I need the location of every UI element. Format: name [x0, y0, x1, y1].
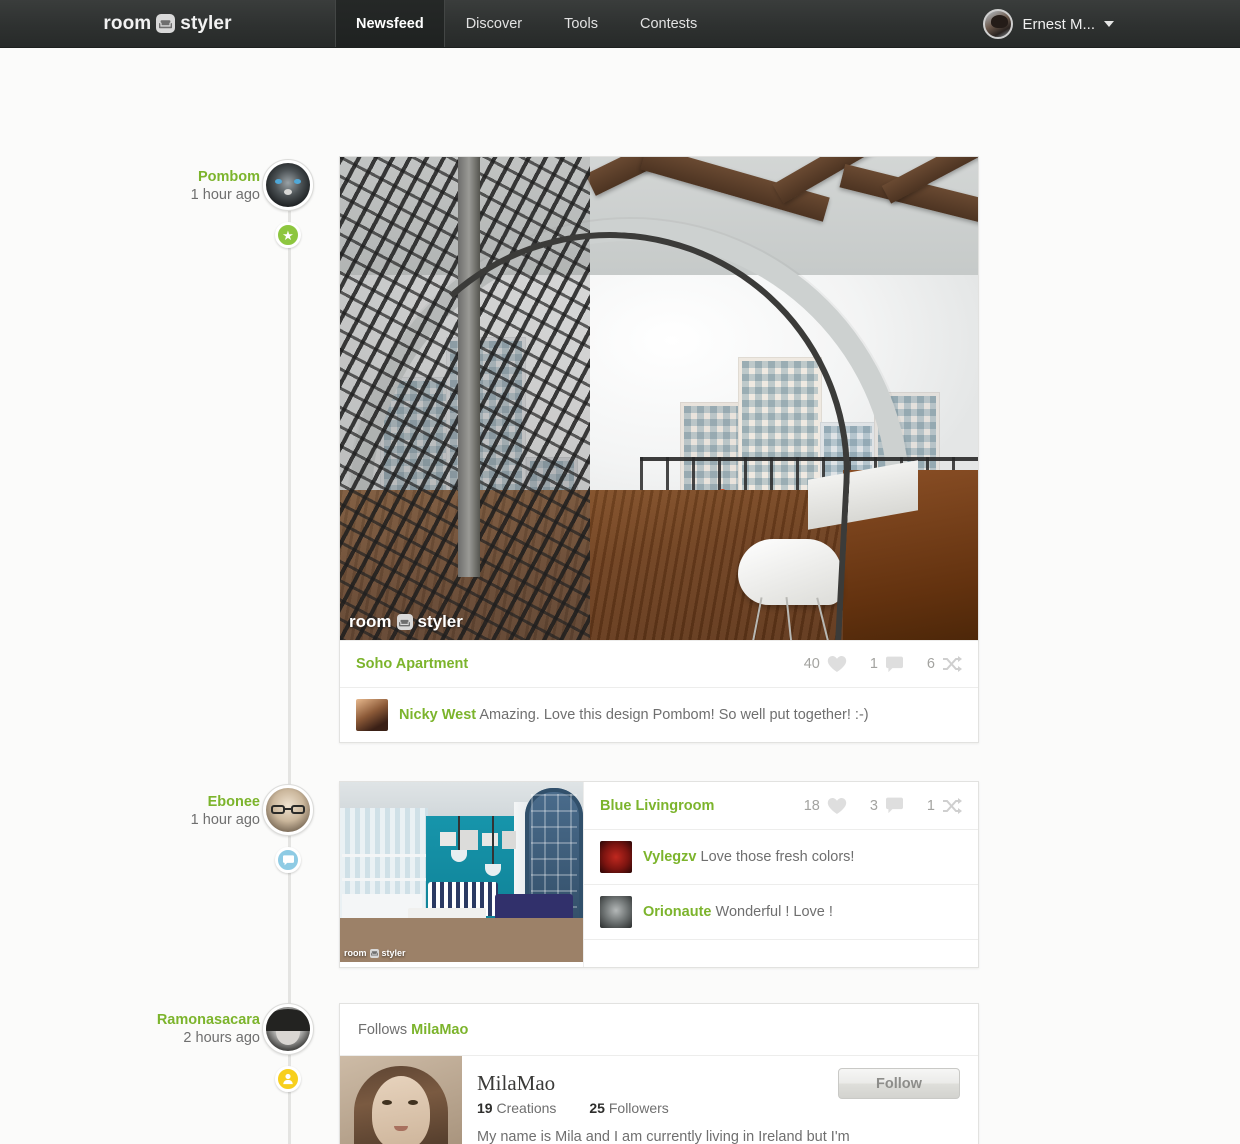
likes-count: 40: [803, 656, 820, 672]
profile-photo[interactable]: [340, 1056, 462, 1144]
followers-label: Followers: [608, 1100, 669, 1116]
remix-stat[interactable]: 1: [926, 797, 962, 814]
entry-avatar[interactable]: [262, 1003, 314, 1055]
comment-row: Orionaute Wonderful ! Love !: [584, 884, 978, 939]
top-navigation-bar: room styler Newsfeed Discover Tools Cont…: [0, 0, 1240, 48]
comment-icon: [885, 797, 903, 814]
shuffle-icon: [943, 656, 962, 672]
post-footer-spacer: [584, 939, 978, 967]
entry-timestamp: 2 hours ago: [183, 1030, 260, 1046]
sofa-icon: [156, 14, 176, 33]
remix-count: 1: [926, 797, 935, 814]
comment-row: Nicky West Amazing. Love this design Pom…: [340, 687, 978, 742]
profile-details: MilaMao 19 Creations 25 Followers My nam…: [462, 1056, 978, 1144]
follow-card: Follows MilaMao MilaMao 19 Creations 25 …: [339, 1003, 979, 1144]
comment-text: Nicky West Amazing. Love this design Pom…: [399, 706, 869, 723]
chevron-down-icon[interactable]: [1104, 21, 1114, 27]
nav-item-discover[interactable]: Discover: [445, 0, 543, 47]
star-icon: ★: [275, 222, 301, 248]
followers-count: 25: [589, 1100, 605, 1116]
profile-bio: My name is Mila and I am currently livin…: [477, 1129, 850, 1144]
avatar[interactable]: [356, 699, 388, 731]
comment-icon: [885, 656, 903, 672]
entry-author[interactable]: Ramonasacara: [90, 1011, 260, 1029]
sofa-icon: [369, 948, 379, 958]
logo-word-styler: styler: [180, 12, 232, 34]
creations-label: Creations: [496, 1100, 557, 1116]
post-card: room styler Soho Apartment 40 1 6 Nicky …: [339, 156, 979, 743]
nav-item-tools[interactable]: Tools: [543, 0, 619, 47]
comment-text: Vylegzv Love those fresh colors!: [643, 848, 855, 865]
avatar: [266, 163, 310, 207]
comments-count: 1: [869, 656, 878, 672]
entry-author[interactable]: Ebonee: [110, 793, 260, 811]
profile-counts: 19 Creations 25 Followers: [477, 1100, 960, 1116]
nav-item-newsfeed[interactable]: Newsfeed: [335, 0, 445, 47]
sofa-icon: [396, 614, 413, 630]
comments-stat[interactable]: 3: [870, 797, 904, 814]
comment-author[interactable]: Vylegzv: [643, 849, 696, 865]
follow-headline: Follows MilaMao: [340, 1004, 978, 1055]
post-stats: 40 1 6: [804, 655, 962, 673]
avatar: [266, 788, 310, 832]
comment-text: Orionaute Wonderful ! Love !: [643, 903, 833, 920]
user-name-label: Ernest M...: [1022, 15, 1095, 33]
avatar: [266, 1007, 310, 1051]
followers-stat: 25 Followers: [589, 1100, 668, 1116]
post-card: room styler Blue Livingroom 18 3 1 Vyleg…: [339, 781, 979, 968]
site-logo[interactable]: room styler: [0, 0, 335, 47]
post-title[interactable]: Soho Apartment: [356, 656, 468, 672]
follow-button[interactable]: Follow: [838, 1068, 960, 1099]
likes-stat[interactable]: 40: [804, 655, 847, 673]
comment-icon: [275, 847, 301, 873]
heart-icon: [827, 797, 847, 814]
heart-icon: [827, 656, 847, 672]
image-watermark: room styler: [344, 948, 406, 958]
post-title[interactable]: Blue Livingroom: [600, 798, 714, 814]
entry-meta: Ramonasacara 2 hours ago: [90, 1011, 260, 1048]
avatar[interactable]: [600, 841, 632, 873]
logo-word-room: room: [103, 12, 152, 34]
entry-timestamp: 1 hour ago: [190, 812, 260, 828]
post-titlebar: Soho Apartment 40 1 6: [340, 640, 978, 687]
main-nav: Newsfeed Discover Tools Contests: [335, 0, 718, 47]
post-image[interactable]: room styler: [340, 782, 583, 962]
follow-prefix: Follows: [358, 1021, 408, 1038]
user-menu[interactable]: Ernest M...: [983, 0, 1114, 48]
follow-target-name[interactable]: MilaMao: [411, 1022, 468, 1038]
post-image[interactable]: room styler: [340, 157, 978, 640]
likes-count: 18: [803, 797, 820, 814]
comment-row: Vylegzv Love those fresh colors!: [584, 829, 978, 884]
creations-count: 19: [477, 1100, 493, 1116]
avatar: [983, 9, 1014, 39]
remix-count: 6: [926, 656, 935, 672]
entry-meta: Ebonee 1 hour ago: [110, 793, 260, 830]
entry-author[interactable]: Pombom: [110, 168, 260, 186]
entry-timestamp: 1 hour ago: [190, 187, 260, 203]
likes-stat[interactable]: 18: [804, 797, 847, 815]
entry-avatar[interactable]: [262, 784, 314, 836]
remix-stat[interactable]: 6: [927, 656, 962, 672]
post-titlebar: Blue Livingroom 18 3 1: [584, 782, 978, 829]
entry-meta: Pombom 1 hour ago: [110, 168, 260, 205]
comments-count: 3: [869, 797, 878, 814]
profile-preview: MilaMao 19 Creations 25 Followers My nam…: [340, 1055, 978, 1144]
avatar[interactable]: [600, 896, 632, 928]
person-icon: [275, 1066, 301, 1092]
image-watermark: room styler: [349, 612, 463, 631]
creations-stat: 19 Creations: [477, 1100, 556, 1116]
comments-stat[interactable]: 1: [870, 656, 904, 673]
shuffle-icon: [943, 797, 962, 814]
comment-author[interactable]: Nicky West: [399, 707, 476, 723]
post-stats: 18 3 1: [804, 797, 962, 815]
nav-item-contests[interactable]: Contests: [619, 0, 718, 47]
entry-avatar[interactable]: [262, 159, 314, 211]
comment-author[interactable]: Orionaute: [643, 904, 711, 920]
